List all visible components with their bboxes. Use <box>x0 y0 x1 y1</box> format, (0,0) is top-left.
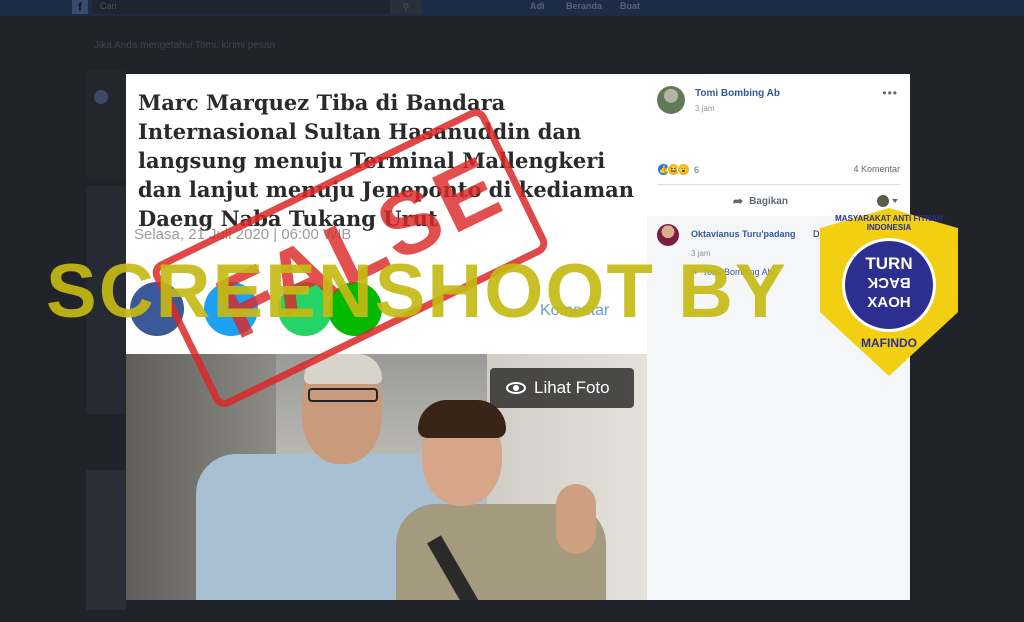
nav-home[interactable]: Beranda <box>566 1 602 11</box>
search-field[interactable]: Cari ⚲ <box>92 0 422 14</box>
mafindo-arc-text: MASYARAKAT ANTI FITNAH INDONESIA <box>835 214 943 232</box>
screenshot-watermark: SCREENSHOOT BY <box>46 249 788 334</box>
post-timestamp[interactable]: 3 jam <box>695 104 715 113</box>
photo-glasses <box>308 388 378 402</box>
background-avatar-icon <box>94 90 108 104</box>
profile-notice: Jika Anda mengetahui Tomi, kirimi pesan <box>94 40 276 51</box>
view-photo-label: Lihat Foto <box>534 378 610 397</box>
comment-count[interactable]: 4 Komentar <box>853 164 900 174</box>
facebook-top-bar: f Cari ⚲ Adi Beranda Buat <box>0 0 1024 16</box>
mafindo-name: MAFINDO <box>861 336 917 350</box>
mafindo-turn: TURN <box>865 254 913 273</box>
background-photo-strip-2 <box>86 470 126 610</box>
more-options-icon[interactable]: ••• <box>882 86 898 100</box>
mafindo-hoax: HOAX <box>867 294 911 311</box>
profile-avatar-icon <box>877 195 889 207</box>
eye-icon <box>506 382 526 394</box>
commenter-avatar[interactable] <box>657 224 679 246</box>
commenter-name[interactable]: Oktavianus Turu'padang <box>691 229 796 239</box>
photo-arm <box>556 484 596 554</box>
search-icon[interactable]: ⚲ <box>390 0 422 14</box>
facebook-logo-icon[interactable]: f <box>72 0 88 14</box>
wow-reaction-icon: 😮 <box>677 163 690 176</box>
audience-selector[interactable] <box>877 195 898 207</box>
nav-user[interactable]: Adi <box>530 1 545 11</box>
poster-name[interactable]: Tomi Bombing Ab <box>695 88 780 99</box>
search-placeholder: Cari <box>100 1 117 11</box>
background-intro-card <box>86 70 126 180</box>
share-label: Bagikan <box>749 195 788 207</box>
reaction-summary[interactable]: 👍 😆 😮 6 <box>657 163 699 176</box>
reaction-count: 6 <box>694 164 700 175</box>
chevron-down-icon <box>892 199 898 203</box>
share-button[interactable]: ➦ Bagikan <box>733 194 788 208</box>
poster-avatar[interactable] <box>657 86 685 114</box>
mafindo-back: BACK <box>867 274 911 291</box>
share-arrow-icon: ➦ <box>733 194 744 208</box>
divider <box>657 184 900 185</box>
view-photo-button[interactable]: Lihat Foto <box>490 368 634 408</box>
nav-create[interactable]: Buat <box>620 1 640 11</box>
